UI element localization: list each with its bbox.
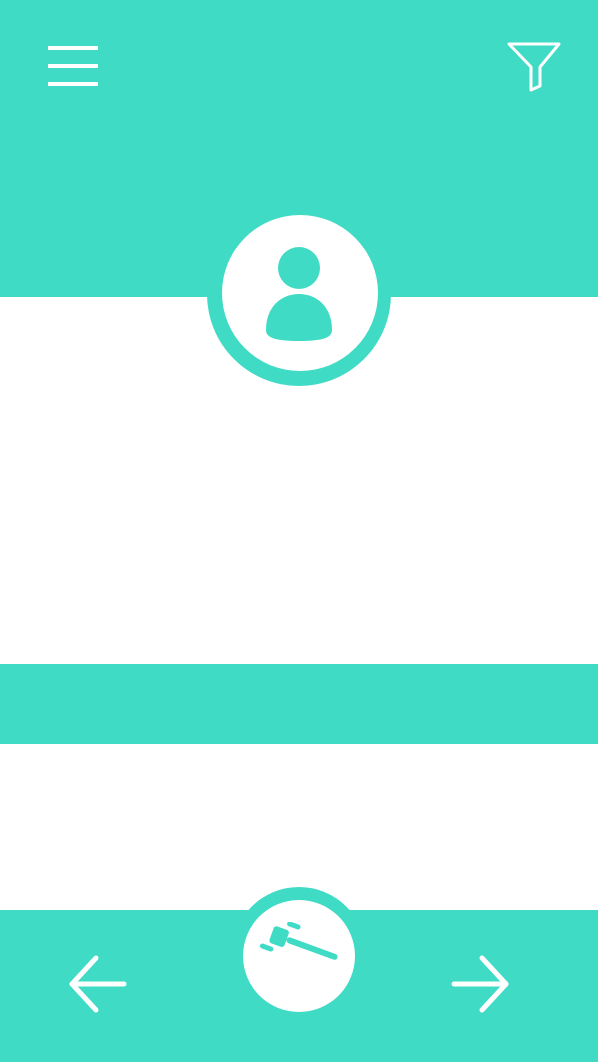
arrow-left-icon <box>69 955 127 1013</box>
next-button[interactable] <box>446 952 514 1016</box>
menu-button[interactable] <box>44 42 102 92</box>
hamburger-menu-icon <box>48 46 98 86</box>
gavel-icon <box>259 922 338 960</box>
user-avatar-icon <box>266 247 332 341</box>
filter-button[interactable] <box>503 38 565 96</box>
prev-button[interactable] <box>64 952 132 1016</box>
app-screen <box>0 0 598 1062</box>
filter-funnel-icon <box>507 42 561 92</box>
accent-band <box>0 664 598 744</box>
arrow-right-icon <box>451 955 509 1013</box>
